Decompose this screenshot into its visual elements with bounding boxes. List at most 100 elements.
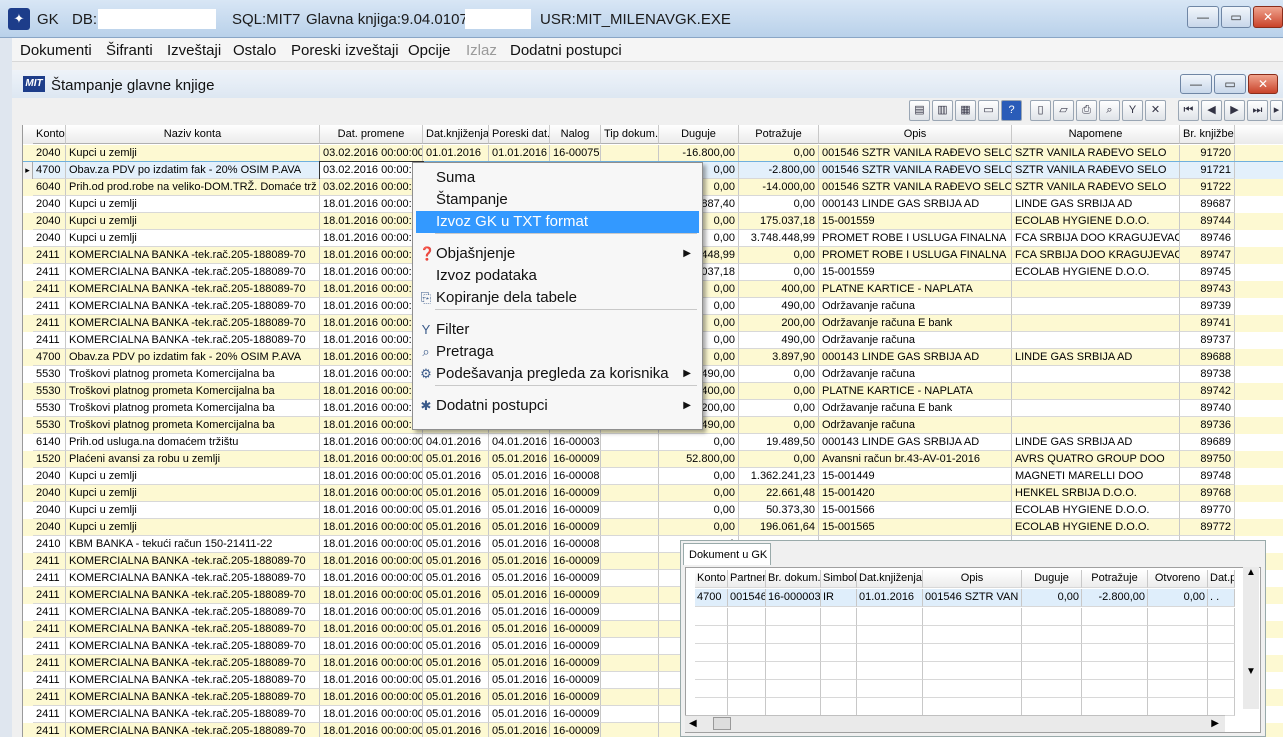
- report-icon[interactable]: ▤: [909, 100, 930, 121]
- cell-naziv: Obav.za PDV po izdatim fak - 20% OSIM P.…: [66, 349, 320, 366]
- column-header-nalog[interactable]: Nalog: [550, 125, 601, 144]
- cell-nalog: 16-00009: [550, 655, 601, 672]
- document-column-header[interactable]: Br. dokum.: [766, 570, 821, 588]
- close-button[interactable]: ✕: [1253, 6, 1283, 28]
- next-record-icon[interactable]: ▶: [1224, 100, 1245, 121]
- document-grid[interactable]: Konto Partner Br. dokum. Simbol Dat.knjiženj…: [685, 567, 1261, 733]
- document-column-header[interactable]: Potražuje: [1082, 570, 1148, 588]
- table-row[interactable]: 2040 Kupci u zemlji 18.01.2016 00:00:00 05.…: [23, 502, 1283, 519]
- search-icon[interactable]: ⌕: [1099, 100, 1120, 121]
- document-column-header[interactable]: Duguje: [1022, 570, 1082, 588]
- cell-dat-promene: 18.01.2016 00:00:00: [320, 689, 423, 706]
- cell-duguje: -16.800,00: [659, 145, 739, 162]
- maximize-button[interactable]: ▭: [1221, 6, 1251, 28]
- layout-icon[interactable]: ▥: [932, 100, 953, 121]
- menu-izvestaji[interactable]: Izveštaji: [167, 42, 221, 59]
- prev-record-icon[interactable]: ◀: [1201, 100, 1222, 121]
- table-row[interactable]: 2040 Kupci u zemlji 18.01.2016 00:00:00 05.…: [23, 519, 1283, 536]
- document-column-header[interactable]: Otvoreno: [1148, 570, 1208, 588]
- table-row[interactable]: 2040 Kupci u zemlji 18.01.2016 00:00:00 05.…: [23, 468, 1283, 485]
- cell-potrazuje: 0,00: [739, 417, 819, 434]
- document-column-header[interactable]: Dat.knjiženja: [857, 570, 923, 588]
- cell-konto: 2411: [33, 247, 66, 264]
- cell-dat-knjizenja: 05.01.2016: [423, 689, 489, 706]
- cell-naziv: KOMERCIALNA BANKA -tek.rač.205-188089-70: [66, 587, 320, 604]
- filter-icon[interactable]: Y: [1122, 100, 1143, 121]
- cell-naziv: Kupci u zemlji: [66, 468, 320, 485]
- monitor-icon[interactable]: ▭: [978, 100, 999, 121]
- menu-dokumenti[interactable]: Dokumenti: [20, 42, 92, 59]
- context-item-štampanje[interactable]: Štampanje: [416, 189, 699, 211]
- table-icon[interactable]: ▦: [955, 100, 976, 121]
- context-item-izvoz-gk-u-txt-format[interactable]: Izvoz GK u TXT format: [416, 211, 699, 233]
- first-record-icon[interactable]: ⏮: [1178, 100, 1199, 121]
- cell-konto: 2411: [33, 587, 66, 604]
- column-header-br-knjizbe[interactable]: Br. knjižbe: [1180, 125, 1235, 144]
- cell-duguje: 0,00: [659, 468, 739, 485]
- context-item-label: Suma: [436, 169, 476, 186]
- cell-naziv: Troškovi platnog prometa Komercijalna ba: [66, 400, 320, 417]
- empty-cell: [857, 698, 923, 716]
- cell-dat-promene: 18.01.2016 00:00:0: [320, 366, 423, 383]
- cell-dat-promene: 18.01.2016 00:00:00: [320, 655, 423, 672]
- column-header-poreski-dat[interactable]: Poreski dat.: [489, 125, 550, 144]
- context-item-kopiranje-dela-tabele[interactable]: ⎘ Kopiranje dela tabele: [416, 287, 699, 309]
- left-border: [0, 38, 12, 737]
- help-icon[interactable]: ?: [1001, 100, 1022, 121]
- new-doc-icon[interactable]: ▯: [1030, 100, 1051, 121]
- clear-filter-icon[interactable]: ✕: [1145, 100, 1166, 121]
- menu-sifranti[interactable]: Šifranti: [106, 42, 153, 59]
- cell-duguje: 0,00: [659, 502, 739, 519]
- menu-ostalo[interactable]: Ostalo: [233, 42, 276, 59]
- document-row[interactable]: 4700 001546 16-000003 IR 01.01.2016 001546 SZ…: [695, 589, 1235, 607]
- cell-br-knjizbe: 89746: [1180, 230, 1235, 247]
- minimize-button[interactable]: —: [1187, 6, 1219, 28]
- document-column-header[interactable]: Simbol: [821, 570, 857, 588]
- document-column-header[interactable]: Konto: [695, 570, 728, 588]
- open-icon[interactable]: ▱: [1053, 100, 1074, 121]
- context-item-pretraga[interactable]: ⌕ Pretraga: [416, 341, 699, 363]
- column-header-tip-dokum[interactable]: Tip dokum.: [601, 125, 659, 144]
- cell-konto: 4700: [33, 162, 66, 179]
- column-header-naziv[interactable]: Naziv konta: [66, 125, 320, 144]
- document-column-header[interactable]: Partner: [728, 570, 766, 588]
- last-record-icon[interactable]: ⏭: [1247, 100, 1268, 121]
- menu-poreski-izvestaji[interactable]: Poreski izveštaji: [291, 42, 399, 59]
- column-header-dat-knjizenja[interactable]: Dat.knjiženja: [423, 125, 489, 144]
- menu-dodatni-postupci[interactable]: Dodatni postupci: [510, 42, 622, 59]
- table-row[interactable]: 2040 Kupci u zemlji 18.01.2016 00:00:00 05.…: [23, 485, 1283, 502]
- column-header-dat-promene[interactable]: Dat. promene: [320, 125, 423, 144]
- more-icon[interactable]: ▸: [1270, 100, 1283, 121]
- context-item-izvoz-podataka[interactable]: Izvoz podataka: [416, 265, 699, 287]
- context-item-objašnjenje[interactable]: ❓ Objašnjenje ▶: [416, 243, 699, 265]
- context-item-podešavanja-pregleda-za-korisnika[interactable]: ⚙ Podešavanja pregleda za korisnika ▶: [416, 363, 699, 385]
- cell-nalog: 16-00009: [550, 502, 601, 519]
- context-item-dodatni-postupci[interactable]: ✱ Dodatni postupci ▶: [416, 395, 699, 417]
- column-header-opis[interactable]: Opis: [819, 125, 1012, 144]
- context-item-suma[interactable]: Suma: [416, 167, 699, 189]
- column-header-konto[interactable]: Konto: [33, 125, 66, 144]
- table-row[interactable]: 6140 Prih.od usluga.na domaćem tržištu 18.…: [23, 434, 1283, 451]
- child-close-button[interactable]: ✕: [1248, 74, 1278, 94]
- print-icon[interactable]: ⎙: [1076, 100, 1097, 121]
- cell-dat-promene: 18.01.2016 00:00:0: [320, 349, 423, 366]
- child-minimize-button[interactable]: —: [1180, 74, 1212, 94]
- document-column-header[interactable]: Dat.p: [1208, 570, 1235, 588]
- horizontal-scrollbar[interactable]: ◀ ▶: [685, 715, 1225, 732]
- table-row[interactable]: 1520 Plaćeni avansi za robu u zemlji 18.01…: [23, 451, 1283, 468]
- context-item-filter[interactable]: Y Filter: [416, 319, 699, 341]
- table-row[interactable]: 2040 Kupci u zemlji 03.02.2016 00:00:00 01.…: [23, 145, 1283, 162]
- column-header-napomene[interactable]: Napomene: [1012, 125, 1180, 144]
- empty-cell: [821, 608, 857, 626]
- exe-label: VGK.EXE: [665, 11, 731, 28]
- cell-dat-promene: 18.01.2016 00:00:00: [320, 451, 423, 468]
- child-restore-button[interactable]: ▭: [1214, 74, 1246, 94]
- cell-opis: 15-001420: [819, 485, 1012, 502]
- document-column-header[interactable]: Opis: [923, 570, 1022, 588]
- column-header-potrazuje[interactable]: Potražuje: [739, 125, 819, 144]
- tab-dokument-u-gk[interactable]: Dokument u GK: [683, 543, 771, 565]
- vertical-scrollbar[interactable]: ▲ ▼: [1243, 567, 1259, 709]
- menu-opcije[interactable]: Opcije: [408, 42, 451, 59]
- column-header-duguje[interactable]: Duguje: [659, 125, 739, 144]
- tools-icon: ✱: [420, 398, 432, 413]
